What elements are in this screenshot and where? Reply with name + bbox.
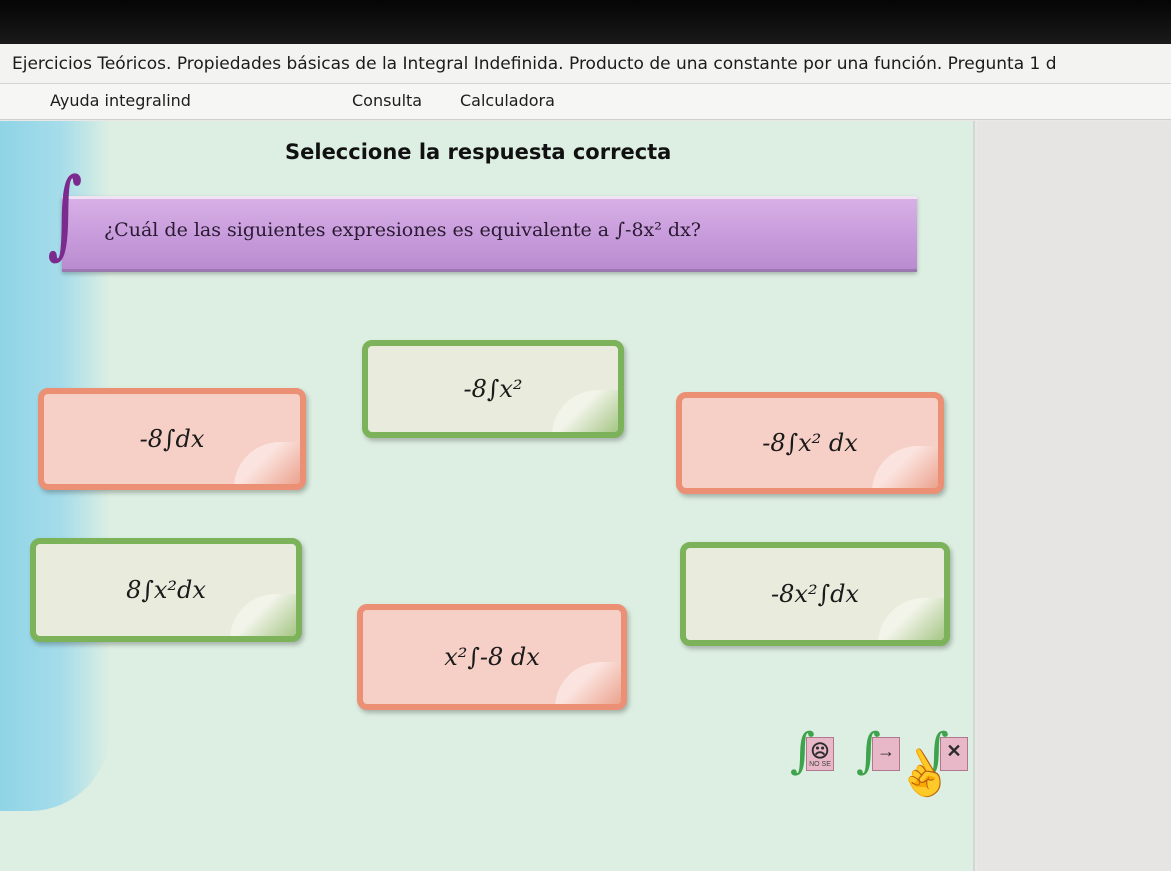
question-text: ¿Cuál de las siguientes expresiones es e… xyxy=(104,219,701,241)
answer-option[interactable]: -8x²∫dx xyxy=(680,542,950,646)
menu-item-calculadora[interactable]: Calculadora xyxy=(460,91,555,110)
dont-know-label: NO SE xyxy=(809,761,831,768)
answer-option-label: -8∫x² xyxy=(463,375,523,403)
instruction-heading: Seleccione la respuesta correcta xyxy=(285,140,672,164)
menu-item-consulta[interactable]: Consulta xyxy=(352,91,422,110)
answer-option-label: 8∫x²dx xyxy=(126,576,206,604)
answer-option-label: x²∫-8 dx xyxy=(444,643,540,671)
answer-option[interactable]: -8∫dx xyxy=(38,388,306,490)
menu-bar: Ayuda integralind Consulta Calculadora xyxy=(0,84,1171,120)
answer-option-label: -8∫dx xyxy=(139,425,205,453)
answer-option[interactable]: -8∫x² dx xyxy=(676,392,944,494)
answer-option-label: -8x²∫dx xyxy=(771,580,859,608)
top-dark-bar xyxy=(0,0,1171,50)
answer-option[interactable]: 8∫x²dx xyxy=(30,538,302,642)
integral-logo-icon: ∫ xyxy=(47,157,83,269)
sad-face-icon: ☹ xyxy=(810,741,830,761)
window-title: Ejercicios Teóricos. Propiedades básicas… xyxy=(0,44,1171,84)
answer-option[interactable]: -8∫x² xyxy=(362,340,624,438)
answer-option[interactable]: x²∫-8 dx xyxy=(357,604,627,710)
answer-option-label: -8∫x² dx xyxy=(762,429,858,457)
right-panel xyxy=(977,121,1171,871)
dont-know-button[interactable]: ∫ ☹ NO SE xyxy=(790,727,834,777)
menu-item-ayuda[interactable]: Ayuda integralind xyxy=(50,91,191,110)
